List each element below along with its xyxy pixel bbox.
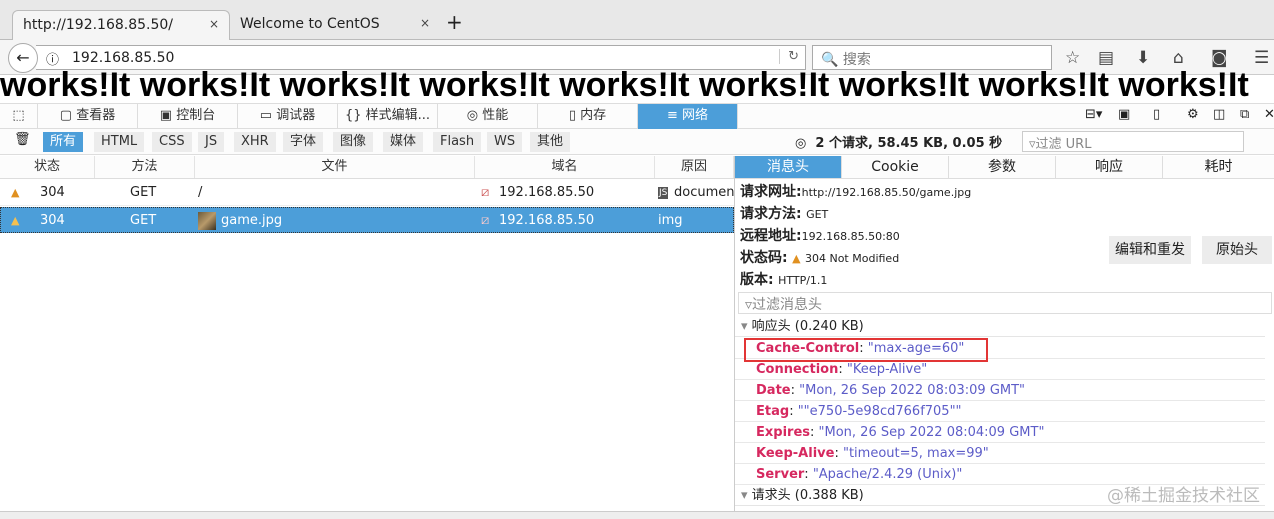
response-header-row[interactable]: Keep-Alive: "timeout=5, max=99" xyxy=(735,443,1265,464)
tab-timings[interactable]: 耗时 xyxy=(1163,156,1274,179)
tool-inspector[interactable]: ▢ 查看器 xyxy=(38,104,138,129)
image-thumbnail xyxy=(198,212,216,230)
column-method[interactable]: 方法 xyxy=(95,156,195,178)
gear-icon[interactable]: ⚙ xyxy=(1187,107,1199,122)
status-code: 状态码: ▲ 304 Not Modified xyxy=(740,250,900,266)
header-name: Date xyxy=(756,383,791,398)
column-cause[interactable]: 原因 xyxy=(655,156,734,178)
browser-tab-2[interactable]: Welcome to CentOS × xyxy=(230,10,440,40)
tool-performance[interactable]: ◎ 性能 xyxy=(438,104,538,129)
raw-headers-button[interactable]: 原始头 xyxy=(1202,236,1272,264)
watermark: @稀土掘金技术社区 xyxy=(1107,486,1260,506)
column-file[interactable]: 文件 xyxy=(195,156,475,178)
response-header-row[interactable]: Connection: "Keep-Alive" xyxy=(735,359,1265,380)
header-name: Keep-Alive xyxy=(756,446,835,461)
tool-debugger[interactable]: ▭ 调试器 xyxy=(238,104,338,129)
filter-images[interactable]: 图像 xyxy=(333,132,374,152)
close-icon[interactable]: ✕ xyxy=(1264,107,1274,122)
tab-title: Welcome to CentOS xyxy=(240,16,380,32)
network-filter-bar: 🗑 所有 HTML CSS JS XHR 字体 图像 媒体 Flash WS 其… xyxy=(0,129,1274,155)
tool-network[interactable]: ≡ 网络 xyxy=(638,104,738,129)
close-icon[interactable]: × xyxy=(420,16,430,30)
details-panel: 消息头 Cookie 参数 响应 耗时 请求网址:http://192.168.… xyxy=(734,156,1274,512)
filter-all[interactable]: 所有 xyxy=(43,132,84,152)
tool-memory[interactable]: ▯ 内存 xyxy=(538,104,638,129)
layout-icon[interactable]: ⊟▾ xyxy=(1085,107,1102,122)
filter-fonts[interactable]: 字体 xyxy=(283,132,324,152)
devtools-toolbar: ⬚ ▢ 查看器 ▣ 控制台 ▭ 调试器 {} 样式编辑... ◎ 性能 ▯ 内存… xyxy=(0,103,1274,129)
tab-cookie[interactable]: Cookie xyxy=(842,156,949,179)
filter-xhr[interactable]: XHR xyxy=(234,132,276,152)
tab-params[interactable]: 参数 xyxy=(949,156,1056,179)
performance-icon: ◎ xyxy=(795,136,807,151)
filter-ws[interactable]: WS xyxy=(487,132,523,152)
edit-resend-button[interactable]: 编辑和重发 xyxy=(1109,236,1191,264)
new-tab-button[interactable]: + xyxy=(446,10,463,34)
filter-media[interactable]: 媒体 xyxy=(383,132,424,152)
browser-tab-1[interactable]: http://192.168.85.50/ × xyxy=(12,10,230,40)
http-version: 版本: HTTP/1.1 xyxy=(740,272,828,288)
response-headers-group[interactable]: ▾ 响应头 (0.240 KB) xyxy=(735,316,1265,337)
warning-icon: ▲ xyxy=(11,214,20,227)
filter-other[interactable]: 其他 xyxy=(530,132,571,152)
request-summary: ◎ 2 个请求, 58.45 KB, 0.05 秒 xyxy=(795,136,1003,151)
page-content: works!It works!It works!It works!It work… xyxy=(0,66,1249,98)
header-name: Connection xyxy=(756,362,839,377)
header-name: Expires xyxy=(756,425,810,440)
header-value: ""e750-5e98cd766f705"" xyxy=(797,404,962,419)
tool-console[interactable]: ▣ 控制台 xyxy=(138,104,238,129)
header-value: "Mon, 26 Sep 2022 08:04:09 GMT" xyxy=(818,425,1045,440)
response-header-row[interactable]: Etag: ""e750-5e98cd766f705"" xyxy=(735,401,1265,422)
table-row[interactable]: ▲ 304 GET / ⧄ 192.168.85.50 JS documen xyxy=(0,180,735,206)
remote-address: 远程地址:192.168.85.50:80 xyxy=(740,228,900,244)
filter-js[interactable]: JS xyxy=(198,132,225,152)
request-url: 请求网址:http://192.168.85.50/game.jpg xyxy=(740,184,972,200)
request-list: 状态 方法 文件 域名 原因 ▲ 304 GET / ⧄ 192.168.85.… xyxy=(0,156,735,511)
header-name: Etag xyxy=(756,404,790,419)
element-picker-icon[interactable]: ⬚ xyxy=(0,104,38,129)
highlight-box xyxy=(744,338,988,362)
tab-response[interactable]: 响应 xyxy=(1056,156,1163,179)
header-value: "Keep-Alive" xyxy=(846,362,928,377)
warning-icon: ▲ xyxy=(11,186,20,199)
table-row-selected[interactable]: ▲ 304 GET game.jpg ⧄ 192.168.85.50 img xyxy=(0,207,734,233)
response-header-row[interactable]: Date: "Mon, 26 Sep 2022 08:03:09 GMT" xyxy=(735,380,1265,401)
js-icon: JS xyxy=(658,187,669,199)
tab-headers[interactable]: 消息头 xyxy=(735,156,842,179)
filter-flash[interactable]: Flash xyxy=(433,132,482,152)
undock-icon[interactable]: ⧉ xyxy=(1240,107,1249,122)
close-icon[interactable]: × xyxy=(209,17,219,31)
header-value: "timeout=5, max=99" xyxy=(842,446,989,461)
table-header: 状态 方法 文件 域名 原因 xyxy=(0,156,734,179)
responsive-icon[interactable]: ▯ xyxy=(1153,107,1160,122)
insecure-icon: ⧄ xyxy=(481,213,490,228)
column-domain[interactable]: 域名 xyxy=(475,156,655,178)
header-value: "Apache/2.4.29 (Unix)" xyxy=(812,467,963,482)
insecure-icon: ⧄ xyxy=(481,185,490,200)
trash-icon[interactable]: 🗑 xyxy=(14,132,31,147)
browser-tab-bar: http://192.168.85.50/ × Welcome to CentOS… xyxy=(0,0,1274,40)
horizontal-scrollbar[interactable] xyxy=(0,511,1274,519)
url-filter-input[interactable]: ▿过滤 URL xyxy=(1022,131,1244,152)
dock-side-icon[interactable]: ◫ xyxy=(1213,107,1225,122)
header-filter-input[interactable]: ▿过滤消息头 xyxy=(738,292,1272,314)
tab-title: http://192.168.85.50/ xyxy=(23,17,174,33)
response-header-row[interactable]: Expires: "Mon, 26 Sep 2022 08:04:09 GMT" xyxy=(735,422,1265,443)
column-status[interactable]: 状态 xyxy=(0,156,95,178)
filter-html[interactable]: HTML xyxy=(94,132,145,152)
split-console-icon[interactable]: ▣ xyxy=(1118,107,1130,122)
filter-css[interactable]: CSS xyxy=(152,132,192,152)
tool-style-editor[interactable]: {} 样式编辑... xyxy=(338,104,438,129)
request-method: 请求方法: GET xyxy=(740,206,829,222)
header-name: Server xyxy=(756,467,805,482)
warning-icon: ▲ xyxy=(792,252,801,265)
header-value: "Mon, 26 Sep 2022 08:03:09 GMT" xyxy=(799,383,1026,398)
